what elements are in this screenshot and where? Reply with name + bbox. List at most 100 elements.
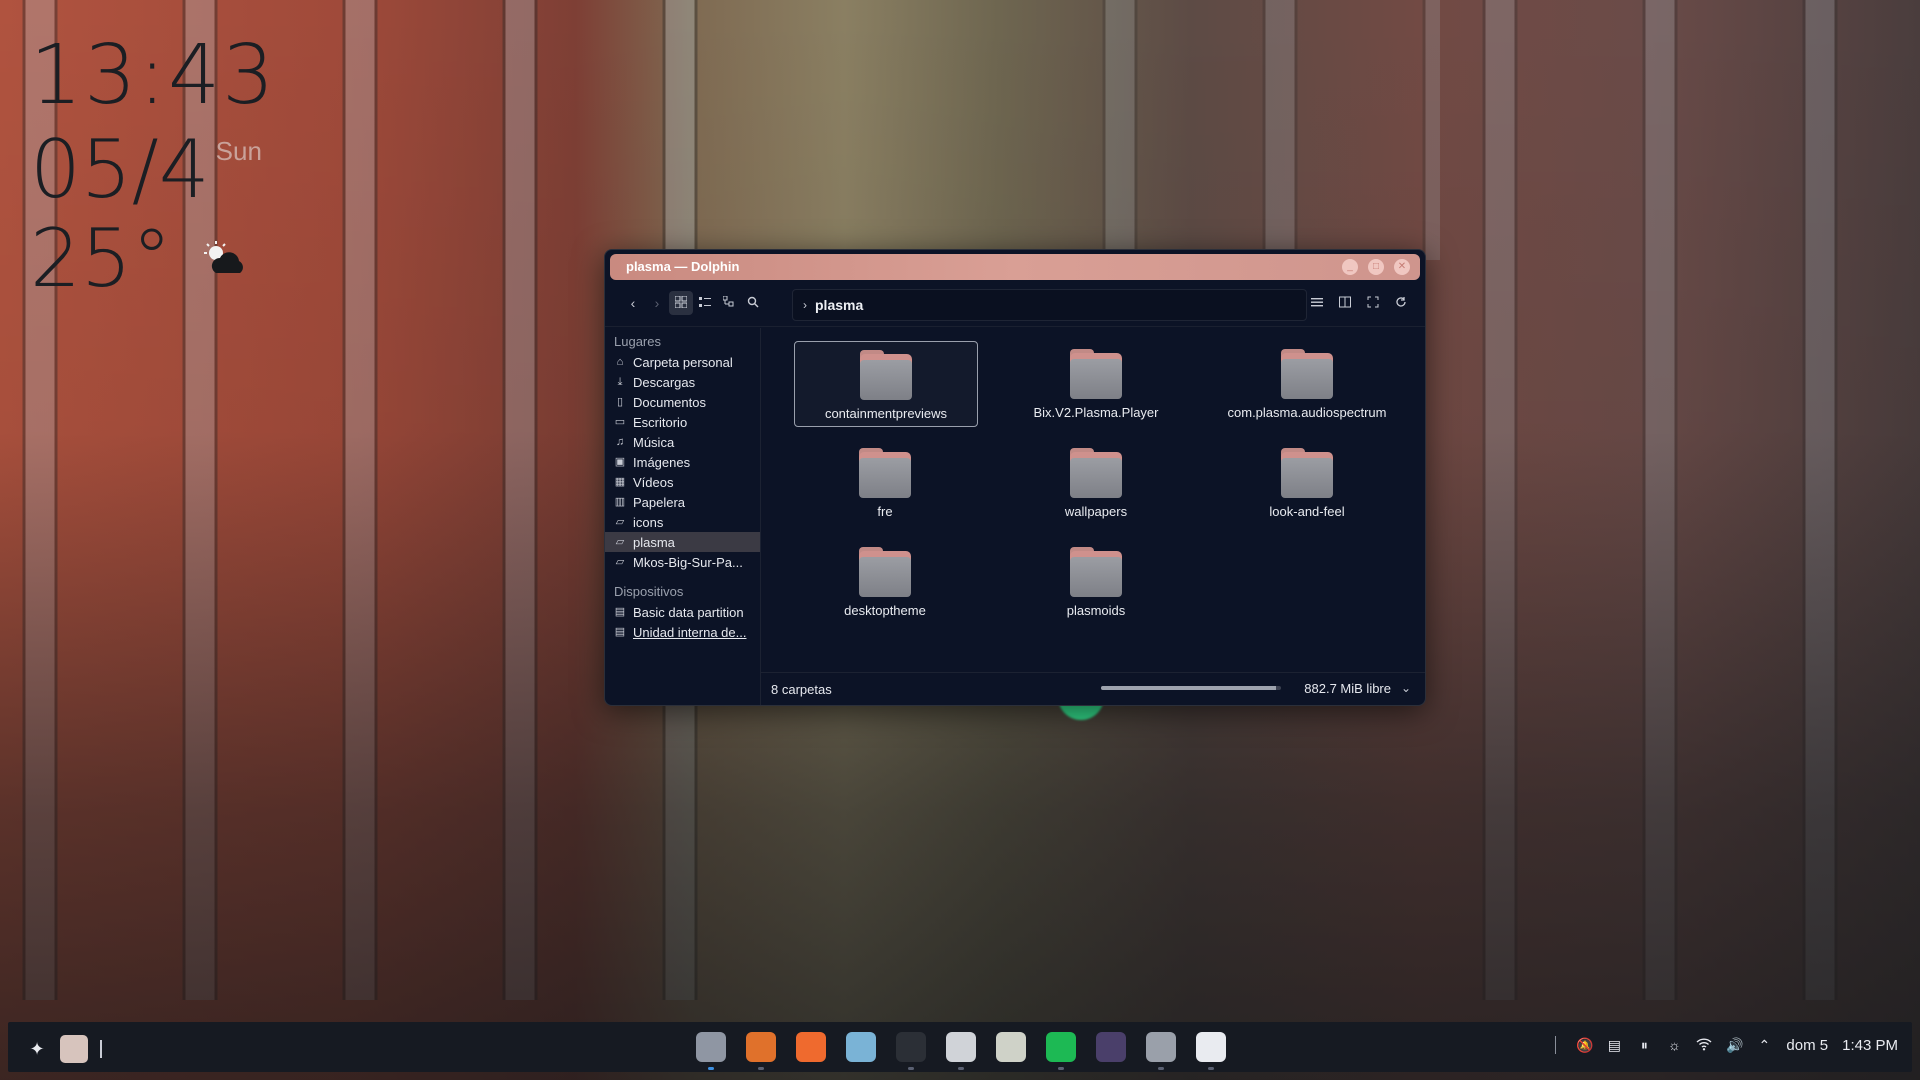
sidebar-item-papelera[interactable]: ▥ Papelera (605, 492, 760, 512)
folder-item[interactable]: fre (794, 440, 976, 524)
sidebar-item-label: Música (633, 434, 675, 450)
sidebar-item-label: Carpeta personal (633, 354, 733, 370)
title-bar[interactable]: plasma — Dolphin _ □ ✕ (610, 254, 1420, 280)
sidebar-item-label: Unidad interna de... (633, 624, 747, 640)
spotify-icon[interactable] (1046, 1032, 1076, 1070)
folder-item[interactable]: containmentpreviews (794, 341, 978, 427)
file-view[interactable]: containmentpreviews Bix.V2.Plasma.Player c… (761, 328, 1425, 673)
sidebar-item-label: Basic data partition (633, 604, 744, 620)
folder-item[interactable]: plasmoids (1005, 539, 1187, 623)
sidebar-item-unidad-interna-de[interactable]: ▤ Unidad interna de... (605, 622, 760, 642)
notifications-off-icon[interactable]: 🔕 (1576, 1037, 1593, 1053)
folder-icon (858, 348, 914, 400)
disk-usage-bar (1101, 686, 1281, 690)
document-icon: ▯ (616, 396, 624, 408)
running-indicator (908, 1067, 914, 1070)
folder-name: fre (877, 504, 893, 519)
clipboard-icon[interactable]: ▤ (1606, 1037, 1622, 1053)
tray-time[interactable]: 1:43 PM (1842, 1037, 1898, 1054)
folder-item[interactable]: Bix.V2.Plasma.Player (1005, 341, 1187, 425)
sidebar-item-label: Papelera (633, 494, 686, 510)
terminal-icon[interactable] (896, 1032, 926, 1070)
brightness-icon[interactable]: ☼ (1666, 1037, 1682, 1053)
sidebar-item-im-genes[interactable]: ▣ Imágenes (605, 452, 760, 472)
video-icon: ▦ (614, 476, 626, 488)
chevron-up-icon[interactable]: ⌃ (1756, 1037, 1772, 1053)
search-icon[interactable] (741, 291, 765, 315)
folder-icon (857, 545, 913, 597)
sidebar-item-mkos-big-sur-pa[interactable]: ▱ Mkos-Big-Sur-Pa... (605, 552, 760, 572)
folder-item[interactable]: com.plasma.audiospectrum (1216, 341, 1398, 425)
firefox-icon[interactable] (746, 1032, 776, 1070)
folder-icon (1279, 446, 1335, 498)
notes-icon[interactable] (1196, 1032, 1226, 1070)
app-store-icon[interactable] (796, 1032, 826, 1062)
forward-icon[interactable]: › (645, 291, 669, 315)
maximize-button[interactable]: □ (1368, 259, 1384, 275)
sidebar-item-label: Descargas (633, 374, 696, 390)
sidebar-item-icons[interactable]: ▱ icons (605, 512, 760, 532)
sidebar-item-basic-data-partition[interactable]: ▤ Basic data partition (605, 602, 760, 622)
folder-icon: ▱ (615, 536, 625, 548)
task-manager-icon[interactable] (60, 1035, 88, 1063)
places-sidebar: Lugares ⌂ Carpeta personal ⤓ Descargas ▯ Docu… (605, 328, 761, 705)
drive-icon: ▤ (614, 626, 626, 638)
text-editor-icon[interactable] (996, 1032, 1026, 1062)
bottles-icon[interactable] (1096, 1032, 1126, 1062)
minimize-button[interactable]: _ (1342, 259, 1358, 275)
devices-header: Dispositivos (614, 584, 684, 599)
sidebar-item-label: Vídeos (633, 474, 674, 490)
settings-icon[interactable] (946, 1032, 976, 1070)
image-icon: ▣ (614, 456, 626, 468)
sidebar-item-carpeta-personal[interactable]: ⌂ Carpeta personal (605, 352, 760, 372)
refresh-icon[interactable] (1389, 291, 1413, 315)
free-space-label: 882.7 MiB libre (1304, 681, 1391, 696)
app-launcher-icon[interactable]: ✦ (26, 1038, 48, 1060)
folder-item[interactable]: look-and-feel (1216, 440, 1398, 524)
folder-item[interactable]: wallpapers (1005, 440, 1187, 524)
fullscreen-icon[interactable] (1361, 291, 1385, 315)
folder-item[interactable]: desktoptheme (794, 539, 976, 623)
dolphin-window[interactable]: plasma — Dolphin _ □ ✕ ‹ › › plasma Luga… (604, 249, 1426, 706)
running-indicator (708, 1067, 714, 1070)
compact-view-icon[interactable] (693, 291, 717, 315)
status-bar: 8 carpetas 882.7 MiB libre ⌄ (761, 672, 1425, 705)
volume-icon[interactable]: 🔊 (1726, 1037, 1743, 1053)
folder-name: desktoptheme (844, 603, 926, 618)
breadcrumb-current[interactable]: plasma (815, 297, 863, 313)
menu-icon[interactable] (1305, 291, 1329, 315)
sidebar-item-descargas[interactable]: ⤓ Descargas (605, 372, 760, 392)
back-icon[interactable]: ‹ (621, 291, 645, 315)
close-button[interactable]: ✕ (1394, 259, 1410, 275)
folder-name: containmentpreviews (824, 406, 948, 421)
folder-name: plasmoids (1066, 603, 1126, 618)
taskbar: ✦ 🔕 ▤ ⏸ ☼ 🔊 ⌃ dom 5 1:43 PM (8, 1022, 1912, 1072)
wifi-icon[interactable] (1696, 1037, 1712, 1053)
home-icon: ⌂ (616, 356, 624, 368)
split-view-icon[interactable] (1333, 291, 1357, 315)
image-viewer-icon[interactable] (846, 1032, 876, 1062)
sidebar-item-documentos[interactable]: ▯ Documentos (605, 392, 760, 412)
details-view-icon[interactable] (717, 291, 741, 315)
icons-view-icon[interactable] (669, 291, 693, 315)
download-icon: ⤓ (617, 376, 623, 388)
drive-icon: ▤ (614, 606, 626, 618)
folder-name: Bix.V2.Plasma.Player (1033, 405, 1159, 420)
places-header: Lugares (614, 334, 661, 349)
media-pause-icon[interactable]: ⏸ (1636, 1037, 1652, 1053)
folder-icon (1068, 545, 1124, 597)
sidebar-item-m-sica[interactable]: ♫ Música (605, 432, 760, 452)
running-indicator (1208, 1067, 1214, 1070)
clock-time: 13:43 (30, 28, 277, 123)
running-indicator (1158, 1067, 1164, 1070)
folder-app-icon[interactable] (1146, 1032, 1176, 1070)
tray-date[interactable]: dom 5 (1786, 1037, 1828, 1054)
system-tray: 🔕 ▤ ⏸ ☼ 🔊 ⌃ dom 5 1:43 PM (1555, 1036, 1898, 1054)
location-bar[interactable]: › plasma (792, 289, 1307, 321)
files-icon[interactable] (696, 1032, 726, 1070)
sidebar-item-plasma[interactable]: ▱ plasma (605, 532, 760, 552)
sidebar-item-v-deos[interactable]: ▦ Vídeos (605, 472, 760, 492)
chevron-right-icon: › (803, 298, 807, 312)
sidebar-item-escritorio[interactable]: ▭ Escritorio (605, 412, 760, 432)
chevron-down-icon[interactable]: ⌄ (1401, 681, 1411, 695)
